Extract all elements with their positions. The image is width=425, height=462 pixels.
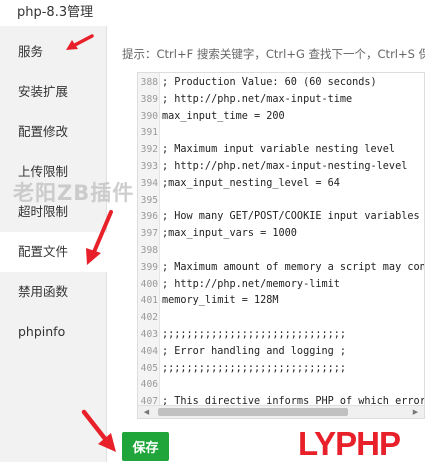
code-line[interactable]: 397 ;max_input_vars = 1000 [138,226,424,243]
line-number: 392 [140,144,158,156]
code-text: ;max_input_vars = 1000 [162,228,297,240]
code-line[interactable]: 393 ; http://php.net/max-input-nesting-le… [138,159,424,176]
code-text: ;;;;;;;;;;;;;;;;;;;;;;;;;;;;;; [162,362,347,374]
sidebar-item-config-modify[interactable]: 配置修改 [0,112,107,152]
code-text: ; http://php.net/memory-limit [162,278,340,290]
code-text: ; http://php.net/max-input-nesting-level [162,161,408,172]
code-text: ; Maximum input variable nesting level [162,144,396,156]
code-line[interactable]: 403;;;;;;;;;;;;;;;;;;;;;;;;;;;;;; [138,327,424,344]
line-number: 399 [140,261,158,273]
code-text: ; How many GET/POST/COOKIE input variabl… [162,211,420,223]
code-line[interactable]: 392 ; Maximum input variable nesting leve… [138,142,424,159]
line-number: 391 [140,127,158,139]
line-number: 390 [140,110,158,122]
red-arrow-icon [86,210,113,265]
line-number: 389 [140,93,158,105]
code-text: max_input_time = 200 [162,110,285,122]
code-text: ;max_input_nesting_level = 64 [162,177,340,189]
line-number: 404 [140,345,158,357]
line-number: 400 [140,278,158,290]
code-text: memory_limit = 128M [162,295,279,307]
line-number: 406 [140,379,158,391]
window-title: php-8.3管理 [17,5,94,20]
logo-part-ly: LY [298,425,336,462]
code-text: ; Production Value: 60 (60 seconds) [162,77,377,88]
line-number: 401 [140,295,158,307]
scrollbar-thumb[interactable] [158,408,348,416]
line-number: 388 [140,77,158,88]
sidebar-item-phpinfo[interactable]: phpinfo [0,312,107,352]
code-editor[interactable]: 388; Production Value: 60 (60 seconds) 38… [137,72,425,419]
sidebar-item-install-extension[interactable]: 安装扩展 [0,72,107,112]
code-line[interactable]: 405;;;;;;;;;;;;;;;;;;;;;;;;;;;;;; [138,361,424,378]
logo-part-php: PHP [335,425,401,462]
code-text: ; Error handling and logging ; [162,345,347,357]
code-line[interactable]: 389 ; http://php.net/max-input-time [138,92,424,109]
editor-tip: 提示：Ctrl+F 搜索关键字，Ctrl+G 查找下一个，Ctrl+S 保存 [122,47,425,61]
code-line[interactable]: 402 [138,310,424,327]
code-line[interactable]: 388 ; Production Value: 60 (60 seconds) [138,75,424,92]
code-text: ;;;;;;;;;;;;;;;;;;;;;;;;;;;;;; [162,329,347,340]
code-line[interactable]: 399 ; Maximum amount of memory a script m… [138,260,425,277]
code-text: ; http://php.net/max-input-time [162,93,353,105]
line-number: 403 [140,329,158,340]
scroll-right-icon[interactable]: ▶ [410,407,421,418]
sidebar-item-disabled-functions[interactable]: 禁用函数 [0,272,107,312]
line-number: 398 [140,245,158,256]
line-number: 405 [140,362,158,374]
code-line[interactable]: 398 [138,243,424,260]
code-line[interactable]: 404 ; Error handling and logging ; [138,344,424,361]
red-arrow-icon [66,34,94,50]
line-number: 394 [140,177,158,189]
horizontal-scrollbar[interactable]: ◀ ▶ [138,405,424,418]
red-arrow-icon [81,409,116,452]
line-number: 402 [140,312,158,324]
code-line[interactable]: 396 ; How many GET/POST/COOKIE input vari… [138,209,424,226]
line-number: 397 [140,228,158,240]
line-number: 393 [140,161,158,172]
save-button[interactable]: 保存 [122,432,169,461]
window-title-bar: php-8.3管理 [0,0,425,26]
lyphp-logo: LYPHP [298,425,401,462]
code-line[interactable]: 394 ;max_input_nesting_level = 64 [138,176,424,193]
line-number: 395 [140,194,158,206]
line-number: 396 [140,211,158,223]
scroll-left-icon[interactable]: ◀ [141,407,152,418]
code-line[interactable]: 406 [138,377,424,394]
code-line[interactable]: 390 max_input_time = 200 [138,109,424,126]
code-line[interactable]: 395 [138,193,424,210]
watermark-text: 老阳ZB插件 [13,181,135,205]
code-line[interactable]: 401 memory_limit = 128M [138,293,424,310]
code-text: ; Maximum amount of memory a script may … [162,261,425,273]
code-line[interactable]: 400 ; http://php.net/memory-limit [138,277,424,294]
code-line[interactable]: 391 [138,125,424,142]
